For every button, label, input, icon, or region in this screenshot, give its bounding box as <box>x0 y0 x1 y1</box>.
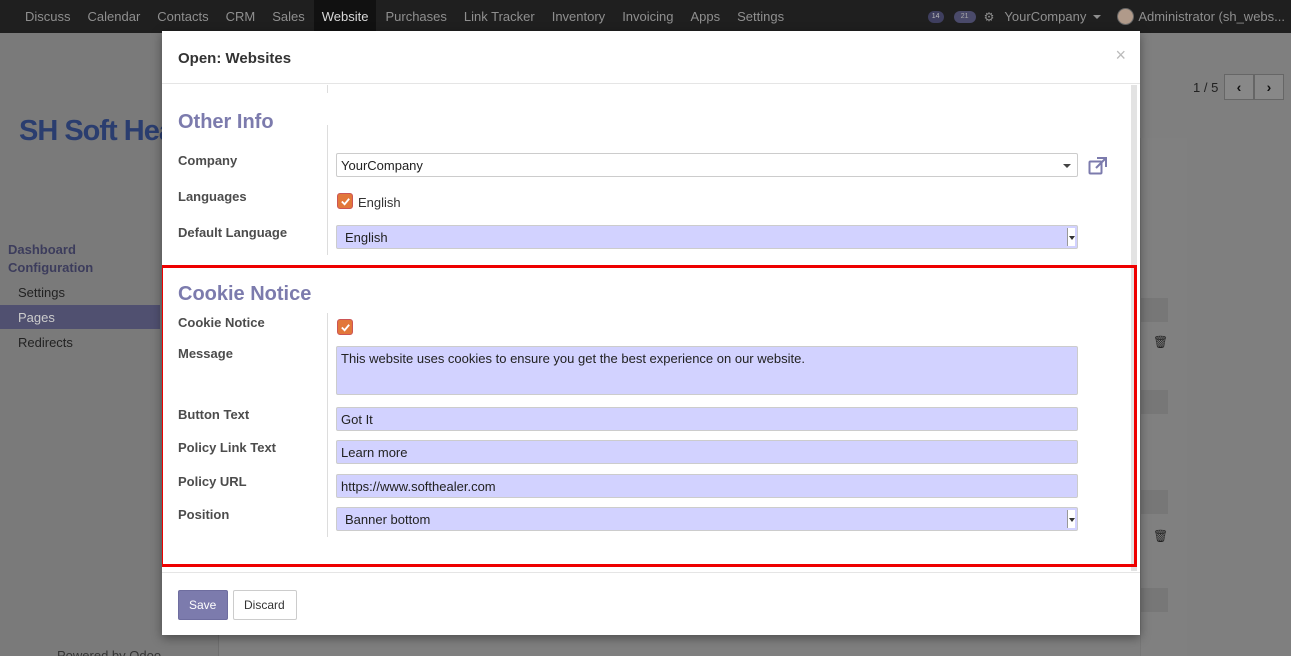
company-label: Company <box>178 153 238 168</box>
section-title-other-info: Other Info <box>178 111 274 133</box>
save-button[interactable]: Save <box>178 590 228 620</box>
select-arrow-icon[interactable] <box>1067 510 1075 528</box>
position-label: Position <box>178 507 230 522</box>
default-language-label: Default Language <box>178 225 288 240</box>
company-field[interactable]: YourCompany <box>336 153 1078 177</box>
policy-link-text-input[interactable]: Learn more <box>336 440 1078 464</box>
external-link-icon[interactable] <box>1088 157 1108 175</box>
top-navbar: Discuss Calendar Contacts CRM Sales Webs… <box>0 0 1291 33</box>
close-icon[interactable]: × <box>1115 45 1126 66</box>
select-arrow-icon[interactable] <box>1067 228 1075 246</box>
policy-url-input[interactable]: https://www.softhealer.com <box>336 474 1078 498</box>
sidebar-item-settings[interactable]: Settings <box>18 285 65 300</box>
divider <box>327 125 328 255</box>
nav-purchases[interactable]: Purchases <box>377 0 454 33</box>
pager-prev-button[interactable]: ‹ <box>1224 74 1254 100</box>
button-text-input[interactable]: Got It <box>336 407 1078 431</box>
dialog-body[interactable]: Other Info Company YourCompany Languages… <box>162 85 1140 573</box>
scrollbar[interactable] <box>1131 85 1137 571</box>
dialog-header: Open: Websites × <box>162 31 1140 84</box>
bug-icon[interactable]: ⚙ <box>984 10 995 24</box>
background-row <box>1140 588 1168 612</box>
position-value: Banner bottom <box>345 512 431 527</box>
divider <box>327 85 328 93</box>
cookie-notice-label: Cookie Notice <box>178 315 265 330</box>
section-title-cookie-notice: Cookie Notice <box>178 283 312 305</box>
company-switcher[interactable]: YourCompany <box>1004 9 1117 24</box>
nav-inventory[interactable]: Inventory <box>544 0 613 33</box>
nav-settings[interactable]: Settings <box>729 0 792 33</box>
check-icon <box>340 197 350 206</box>
nav-crm[interactable]: CRM <box>218 0 264 33</box>
sidebar-heading: Dashboard Configuration <box>8 241 93 277</box>
sidebar-item-redirects[interactable]: Redirects <box>18 335 73 350</box>
nav-apps[interactable]: Apps <box>683 0 729 33</box>
pager-next-button[interactable]: › <box>1254 74 1284 100</box>
user-menu[interactable]: Administrator (sh_webs... <box>1138 9 1285 24</box>
background-row <box>1140 298 1168 322</box>
pager-buttons: ‹ › <box>1224 74 1284 100</box>
sidebar-heading-configuration: Configuration <box>8 260 94 275</box>
sidebar-item-pages[interactable]: Pages <box>18 310 55 325</box>
nav-link-tracker[interactable]: Link Tracker <box>456 0 543 33</box>
messages-badge[interactable]: 21 <box>953 10 976 23</box>
default-language-select[interactable]: English <box>336 225 1078 249</box>
policy-link-text-label: Policy Link Text <box>178 440 277 455</box>
websites-dialog: Open: Websites × Other Info Company Your… <box>162 31 1140 635</box>
nav-discuss[interactable]: Discuss <box>17 0 79 33</box>
default-language-value: English <box>345 230 388 245</box>
powered-by: Powered by Odoo <box>57 648 162 656</box>
message-label: Message <box>178 346 233 361</box>
nav-calendar[interactable]: Calendar <box>80 0 149 33</box>
dialog-footer: Save Discard <box>162 572 1140 635</box>
activity-badge[interactable]: 14 <box>927 10 944 23</box>
message-textarea[interactable]: This website uses cookies to ensure you … <box>336 346 1078 395</box>
policy-url-label: Policy URL <box>178 474 247 489</box>
discard-button[interactable]: Discard <box>233 590 297 620</box>
background-row <box>1140 390 1168 414</box>
divider <box>327 313 328 537</box>
nav-invoicing[interactable]: Invoicing <box>614 0 681 33</box>
languages-label: Languages <box>178 189 247 204</box>
sidebar-heading-dashboard[interactable]: Dashboard <box>8 241 93 259</box>
trash-icon[interactable]: 🗑 <box>1153 335 1168 349</box>
position-select[interactable]: Banner bottom <box>336 507 1078 531</box>
cookie-notice-checkbox[interactable] <box>337 319 353 335</box>
company-value: YourCompany <box>341 158 423 173</box>
trash-icon[interactable]: 🗑 <box>1153 529 1168 543</box>
nav-sales[interactable]: Sales <box>264 0 313 33</box>
language-english-label: English <box>358 195 401 210</box>
chevron-down-icon[interactable] <box>1063 164 1071 168</box>
language-checkbox[interactable] <box>337 193 353 209</box>
chevron-down-icon <box>1093 14 1102 19</box>
avatar[interactable] <box>1117 8 1135 25</box>
nav-contacts[interactable]: Contacts <box>149 0 216 33</box>
button-text-label: Button Text <box>178 407 250 422</box>
nav-website[interactable]: Website <box>313 0 377 33</box>
company-logo: SH Soft Hea <box>19 115 175 147</box>
dialog-title: Open: Websites <box>178 50 292 67</box>
background-row <box>1140 490 1168 514</box>
pager-value: 1 / 5 <box>1193 80 1219 95</box>
navbar-right: 14 21 ⚙ YourCompany Administrator (sh_we… <box>924 0 1291 33</box>
company-name: YourCompany <box>1004 9 1087 24</box>
check-icon <box>340 323 350 332</box>
